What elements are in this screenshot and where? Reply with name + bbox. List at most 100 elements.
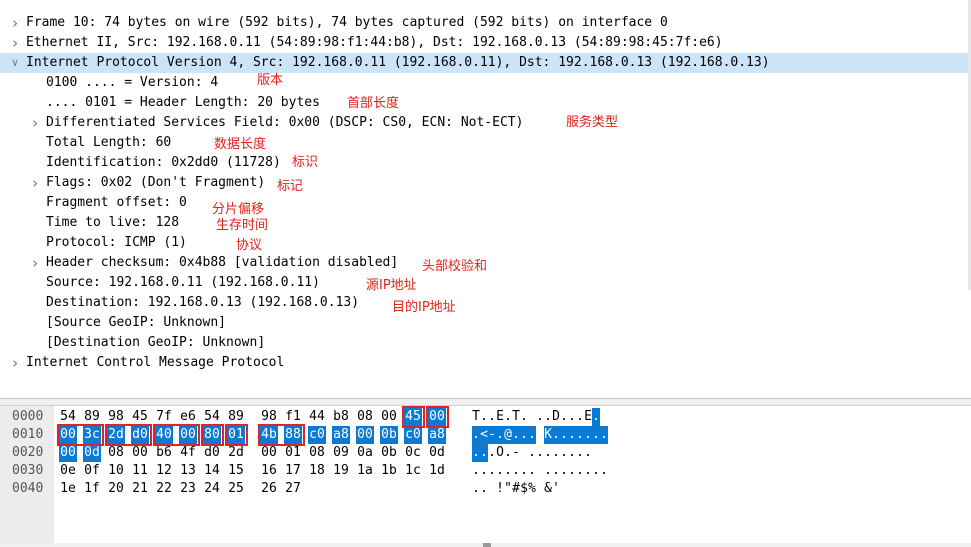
- ascii-char[interactable]: .: [480, 444, 488, 462]
- ascii-char[interactable]: %: [528, 480, 536, 498]
- hex-byte[interactable]: 54: [203, 408, 221, 426]
- ascii-char[interactable]: .: [576, 426, 584, 444]
- hex-byte[interactable]: 0b: [380, 444, 398, 462]
- ascii-char[interactable]: E: [496, 408, 504, 426]
- chevron-down-icon[interactable]: ∨: [9, 53, 21, 73]
- ascii-char[interactable]: .: [472, 444, 480, 462]
- hex-byte[interactable]: 40: [155, 426, 173, 444]
- hex-byte[interactable]: 08: [107, 444, 125, 462]
- tree-row-destination[interactable]: Destination: 192.168.0.13 (192.168.0.13): [0, 293, 968, 313]
- tree-row-total-length[interactable]: Total Length: 60: [0, 133, 968, 153]
- ascii-char[interactable]: .: [520, 462, 528, 480]
- tree-row-header-length[interactable]: .... 0101 = Header Length: 20 bytes: [0, 93, 968, 113]
- hex-byte[interactable]: d0: [203, 444, 221, 462]
- ascii-char[interactable]: .: [568, 426, 576, 444]
- ascii-char[interactable]: $: [520, 480, 528, 498]
- hex-byte[interactable]: 44: [308, 408, 326, 426]
- hex-byte[interactable]: 15: [227, 462, 245, 480]
- tree-row-flags[interactable]: › Flags: 0x02 (Don't Fragment): [0, 173, 968, 193]
- hex-byte[interactable]: 1c: [404, 462, 422, 480]
- packet-bytes-pane[interactable]: 0000 0010 0020 0030 0040 54 89 98 45 7f e6 54 89 98 f…: [0, 406, 971, 547]
- hex-byte[interactable]: 01: [284, 444, 302, 462]
- hex-byte[interactable]: 45: [404, 408, 422, 426]
- tree-row-src-geoip[interactable]: [Source GeoIP: Unknown]: [0, 313, 968, 333]
- hex-byte[interactable]: 89: [227, 408, 245, 426]
- hex-byte[interactable]: 45: [131, 408, 149, 426]
- ascii-char[interactable]: .: [480, 408, 488, 426]
- tree-row-identification[interactable]: Identification: 0x2dd0 (11728): [0, 153, 968, 173]
- ascii-char[interactable]: #: [512, 480, 520, 498]
- ascii-char[interactable]: .: [504, 444, 512, 462]
- hex-byte[interactable]: 98: [107, 408, 125, 426]
- ascii-char[interactable]: .: [560, 408, 568, 426]
- hex-byte[interactable]: 1a: [356, 462, 374, 480]
- ascii-char[interactable]: .: [592, 408, 600, 426]
- hex-byte[interactable]: 1e: [59, 480, 77, 498]
- hex-byte[interactable]: 00: [428, 408, 446, 426]
- hex-byte[interactable]: 3c: [83, 426, 101, 444]
- hex-byte[interactable]: 00: [356, 426, 374, 444]
- ascii-char[interactable]: ': [552, 480, 560, 498]
- ascii-char[interactable]: .: [512, 462, 520, 480]
- hex-byte[interactable]: 0a: [356, 444, 374, 462]
- hex-byte[interactable]: 00: [380, 408, 398, 426]
- hex-byte[interactable]: b6: [155, 444, 173, 462]
- ascii-char[interactable]: !: [496, 480, 504, 498]
- ascii-char[interactable]: .: [528, 444, 536, 462]
- ascii-char[interactable]: .: [560, 426, 568, 444]
- ascii-char[interactable]: .: [504, 462, 512, 480]
- ascii-char[interactable]: .: [480, 480, 488, 498]
- tree-row-dst-geoip[interactable]: [Destination GeoIP: Unknown]: [0, 333, 968, 353]
- hex-byte[interactable]: 88: [284, 426, 302, 444]
- hex-byte[interactable]: 09: [332, 444, 350, 462]
- hex-byte[interactable]: 18: [308, 462, 326, 480]
- tree-row-ethernet[interactable]: › Ethernet II, Src: 192.168.0.11 (54:89:9…: [0, 33, 968, 53]
- chevron-right-icon[interactable]: ›: [9, 13, 21, 33]
- chevron-right-icon[interactable]: ›: [9, 353, 21, 373]
- ascii-char[interactable]: O: [496, 444, 504, 462]
- ascii-char[interactable]: .: [544, 408, 552, 426]
- hex-byte[interactable]: 2d: [227, 444, 245, 462]
- ascii-char[interactable]: .: [488, 408, 496, 426]
- hex-byte[interactable]: c0: [308, 426, 326, 444]
- chevron-right-icon[interactable]: ›: [9, 33, 21, 53]
- ascii-char[interactable]: .: [536, 408, 544, 426]
- ascii-char[interactable]: .: [552, 426, 560, 444]
- pane-splitter[interactable]: [0, 398, 971, 406]
- chevron-right-icon[interactable]: ›: [29, 253, 41, 273]
- ascii-char[interactable]: -: [512, 444, 520, 462]
- ascii-char[interactable]: .: [504, 408, 512, 426]
- hex-byte[interactable]: 1b: [380, 462, 398, 480]
- ascii-char[interactable]: K: [544, 426, 552, 444]
- bytes-horizontal-scrollbar[interactable]: [0, 543, 971, 547]
- hex-byte[interactable]: 27: [284, 480, 302, 498]
- ascii-char[interactable]: .: [528, 426, 536, 444]
- ascii-char[interactable]: .: [536, 444, 544, 462]
- hex-byte[interactable]: 4b: [260, 426, 278, 444]
- chevron-right-icon[interactable]: ›: [29, 113, 41, 133]
- hex-byte[interactable]: e6: [179, 408, 197, 426]
- ascii-char[interactable]: -: [488, 426, 496, 444]
- hex-byte[interactable]: 7f: [155, 408, 173, 426]
- hex-byte[interactable]: 0c: [404, 444, 422, 462]
- hex-byte[interactable]: 0d: [83, 444, 101, 462]
- ascii-char[interactable]: .: [544, 444, 552, 462]
- scroll-grip[interactable]: [483, 543, 491, 547]
- ascii-char[interactable]: .: [528, 462, 536, 480]
- hex-byte[interactable]: 13: [179, 462, 197, 480]
- hex-byte[interactable]: 16: [260, 462, 278, 480]
- ascii-char[interactable]: &: [544, 480, 552, 498]
- hex-byte[interactable]: 80: [203, 426, 221, 444]
- ascii-char[interactable]: .: [552, 462, 560, 480]
- hex-byte[interactable]: a8: [332, 426, 350, 444]
- hex-byte[interactable]: 2d: [107, 426, 125, 444]
- ascii-char[interactable]: T: [512, 408, 520, 426]
- hex-byte[interactable]: 19: [332, 462, 350, 480]
- ascii-char[interactable]: .: [568, 444, 576, 462]
- ascii-char[interactable]: .: [576, 462, 584, 480]
- tree-row-icmp[interactable]: › Internet Control Message Protocol: [0, 353, 968, 373]
- ascii-char[interactable]: T: [472, 408, 480, 426]
- packet-details-pane[interactable]: › Frame 10: 74 bytes on wire (592 bits), …: [0, 0, 971, 400]
- tree-row-protocol[interactable]: Protocol: ICMP (1): [0, 233, 968, 253]
- hex-byte[interactable]: 0e: [59, 462, 77, 480]
